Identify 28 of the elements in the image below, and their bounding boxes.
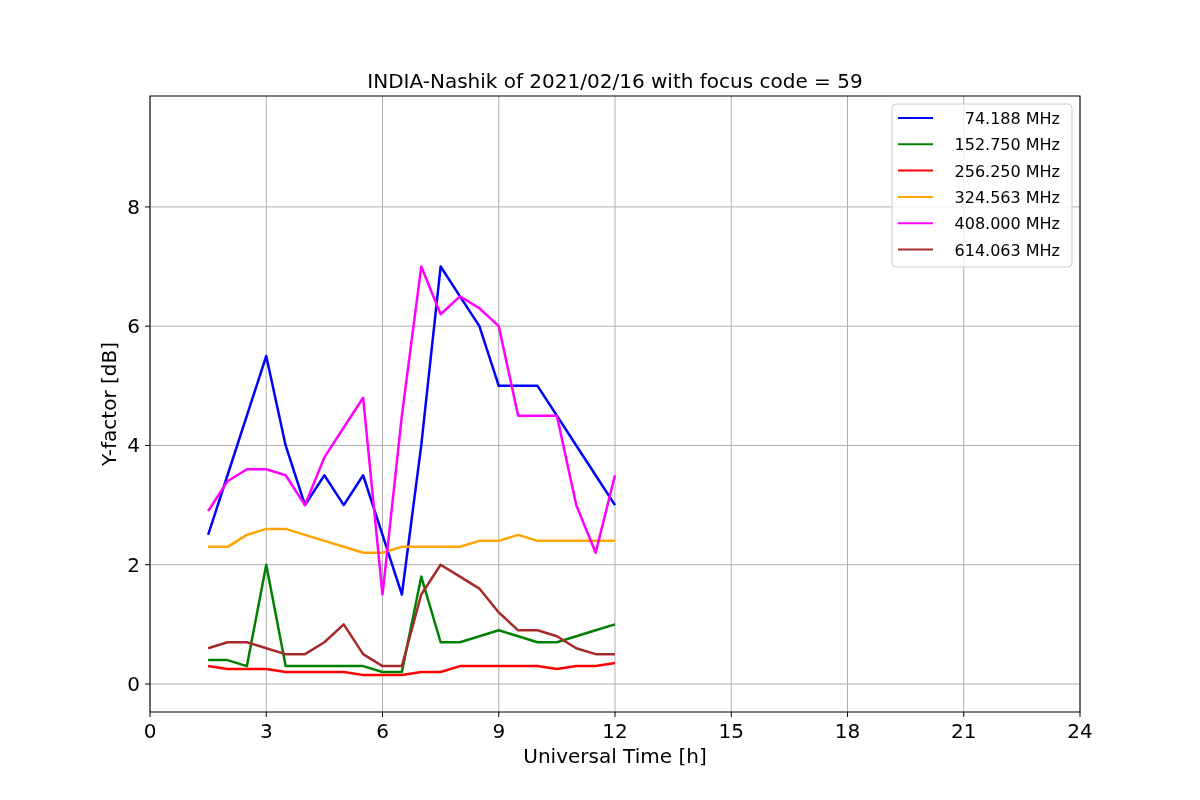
x-tick-label: 6 — [376, 719, 389, 743]
legend-label: 614.063 MHz — [954, 240, 1060, 260]
legend-swatch — [897, 143, 934, 146]
x-tick-label: 15 — [718, 719, 744, 743]
x-axis-label: Universal Time [h] — [523, 744, 707, 768]
x-tick-label: 3 — [259, 719, 273, 743]
chart-title: INDIA-Nashik of 2021/02/16 with focus code = 59 — [367, 69, 863, 93]
legend-swatch — [897, 222, 934, 225]
x-tick-label: 9 — [492, 719, 506, 743]
y-tick-label: 8 — [127, 194, 140, 219]
legend-label: 256.250 MHz — [954, 161, 1060, 181]
legend-label: 152.750 MHz — [954, 135, 1060, 155]
x-tick-label: 24 — [1067, 719, 1093, 743]
y-tick-label: 6 — [127, 314, 140, 339]
y-tick-label: 0 — [127, 671, 140, 696]
legend-label: 74.188 MHz — [964, 109, 1060, 128]
x-tick-label: 0 — [143, 719, 157, 743]
legend-label: 408.000 MHz — [954, 214, 1060, 234]
y-tick-label: 4 — [127, 433, 140, 458]
x-tick-label: 18 — [834, 719, 861, 743]
legend-swatch — [897, 248, 934, 251]
y-axis-label: Y-factor [dB] — [97, 342, 121, 466]
x-tick-label: 12 — [602, 719, 628, 743]
y-tick-label: 2 — [127, 552, 140, 577]
x-tick-label: 21 — [951, 719, 977, 743]
legend-swatch — [897, 169, 934, 172]
legend-label: 324.563 MHz — [954, 187, 1060, 207]
legend-swatch — [897, 195, 934, 198]
